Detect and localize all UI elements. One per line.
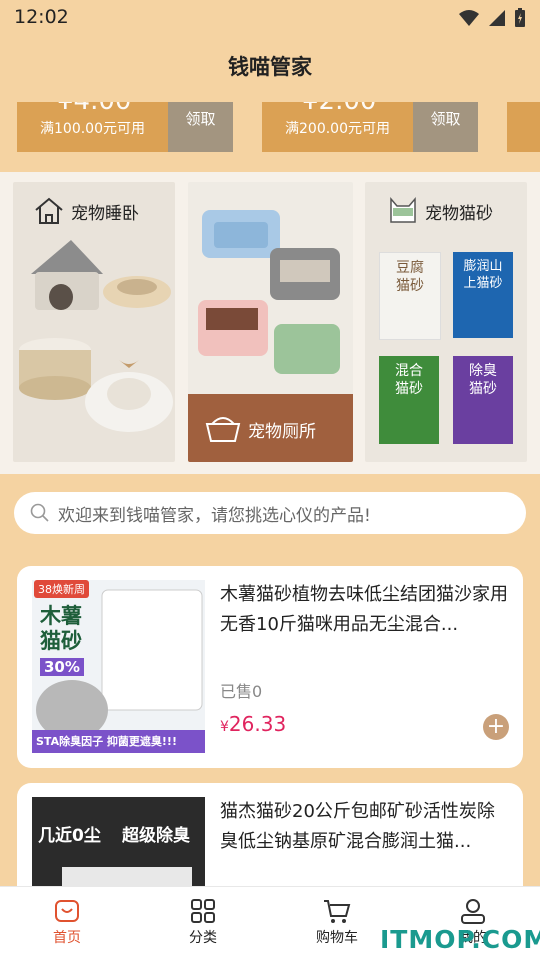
product-sold: 已售0	[220, 682, 263, 701]
litter-bag-tofu: 豆腐 猫砂	[379, 252, 441, 340]
status-time: 12:02	[14, 6, 69, 28]
coupon-card-partial[interactable]	[507, 102, 540, 152]
coupon-body: ¥2.00 满200.00元可用	[262, 102, 413, 152]
image-footer: STA除臭因子 抑菌更遮臭!!!	[36, 735, 177, 748]
coupon-condition: 满200.00元可用	[285, 121, 390, 137]
claim-coupon-button[interactable]: 领取	[168, 102, 233, 152]
coupon-card: ¥2.00 满200.00元可用 领取	[262, 102, 478, 152]
product-card[interactable]: 38焕新周 木薯 猫砂 30% STA除臭因子 抑菌更遮臭!!! 木薯猫砂植物去…	[17, 566, 523, 768]
product-image[interactable]: 38焕新周 木薯 猫砂 30% STA除臭因子 抑菌更遮臭!!!	[32, 580, 205, 753]
category-tile-litter[interactable]: 宠物猫砂 豆腐 猫砂 膨润山 上猫砂 混合 猫砂 除臭 猫砂	[365, 182, 527, 462]
coupon-body: ¥4.00 满100.00元可用	[17, 102, 168, 152]
claim-coupon-button[interactable]: 领取	[413, 102, 478, 152]
home-icon	[55, 900, 79, 922]
litter-box-icon	[205, 417, 241, 442]
grid-icon	[191, 899, 215, 923]
watermark: ITMOP.COM	[380, 925, 540, 954]
category-label: 宠物厕所	[204, 414, 316, 444]
bottom-tab-bar: 首页 分类 购物车 我的 ITMOP.COM	[0, 886, 540, 961]
product-title[interactable]: 猫杰猫砂20公斤包邮矿砂活性炭除臭低尘钠基原矿混合膨润土猫...	[220, 797, 510, 857]
litter-bag-bentonite: 膨润山 上猫砂	[453, 252, 513, 338]
image-percent: 30%	[40, 658, 84, 676]
user-icon	[461, 899, 485, 924]
add-to-cart-button[interactable]: +	[483, 714, 509, 740]
wifi-icon	[459, 10, 479, 26]
app-header: 钱喵管家	[0, 36, 540, 98]
category-label: 宠物猫砂	[387, 196, 493, 226]
cat-icon	[390, 196, 416, 223]
coupon-amount: ¥4.00	[57, 102, 131, 116]
promo-badge: 38焕新周	[34, 580, 89, 598]
signal-icon	[489, 10, 505, 26]
product-price: ¥26.33	[220, 712, 287, 736]
search-input[interactable]: 欢迎来到钱喵管家，请您挑选心仪的产品!	[14, 492, 526, 534]
pet-bed-illustration	[19, 240, 173, 432]
coupon-strip[interactable]: ¥4.00 满100.00元可用 领取 ¥2.00 满200.00元可用 领取	[0, 98, 540, 170]
litter-bag-deodorant: 除臭 猫砂	[453, 356, 513, 444]
battery-icon	[515, 8, 525, 27]
page-title: 钱喵管家	[228, 55, 312, 79]
tab-cart[interactable]: 购物车	[287, 897, 387, 947]
image-headline: 木薯 猫砂	[40, 604, 82, 653]
tab-category[interactable]: 分类	[153, 897, 253, 947]
coupon-body	[507, 102, 540, 152]
product-title[interactable]: 木薯猫砂植物去味低尘结团猫沙家用无香10斤猫咪用品无尘混合...	[220, 580, 510, 640]
product-card[interactable]: 几近0尘 超级除臭 猫杰猫砂20公斤包邮矿砂活性炭除臭低尘钠基原矿混合膨润土猫.…	[17, 783, 523, 903]
image-headline: 几近0尘	[38, 826, 101, 846]
coupon-condition: 满100.00元可用	[40, 121, 145, 137]
litter-bag-mixed: 混合 猫砂	[379, 356, 439, 444]
status-bar: 12:02	[0, 0, 540, 36]
search-placeholder: 欢迎来到钱喵管家，请您挑选心仪的产品!	[58, 505, 371, 526]
tab-home[interactable]: 首页	[17, 897, 117, 947]
status-icons	[458, 8, 526, 28]
cart-icon	[324, 900, 351, 923]
search-icon	[30, 503, 49, 522]
coupon-amount: ¥2.00	[302, 102, 376, 116]
category-tile-toilet[interactable]: 宠物厕所	[188, 182, 353, 462]
coupon-card: ¥4.00 满100.00元可用 领取	[17, 102, 233, 152]
category-banner: 宠物睡卧 宠物厕所 宠物猫砂 豆腐 猫砂 膨润山 上猫砂 混合 猫砂 除臭 猫砂	[0, 172, 540, 474]
image-headline: 超级除臭	[122, 826, 190, 846]
category-tile-bed[interactable]: 宠物睡卧	[13, 182, 175, 462]
